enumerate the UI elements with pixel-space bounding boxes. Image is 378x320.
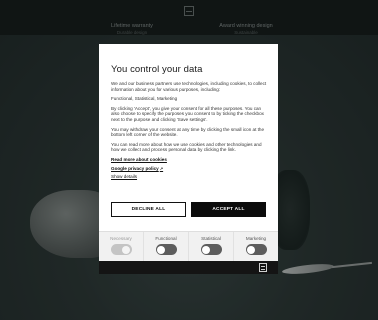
- consent-buttons: DECLINE ALL ACCEPT ALL: [111, 202, 266, 217]
- read-more-cookies-link[interactable]: Read more about cookies: [111, 157, 267, 163]
- read-more-info-text: You can read more about how we use cooki…: [111, 141, 262, 153]
- purpose-label: Marketing: [245, 236, 267, 241]
- google-privacy-policy-label: Google privacy policy: [111, 165, 159, 171]
- statistical-toggle[interactable]: [200, 244, 222, 255]
- withdraw-info-text: You may withdraw your consent at any tim…: [111, 126, 265, 138]
- google-privacy-policy-link[interactable]: Google privacy policy↗: [111, 166, 267, 172]
- dialog-footer: [99, 261, 278, 274]
- intro-text: We and our business partners use technol…: [111, 81, 267, 92]
- accept-info-text: By clicking 'Accept', you give your cons…: [111, 105, 264, 122]
- functional-toggle[interactable]: [155, 244, 177, 255]
- purpose-label: Necessary: [110, 236, 132, 241]
- consent-text-area[interactable]: You control your data We and our busines…: [99, 44, 278, 190]
- toggle-knob: [247, 245, 255, 254]
- cookie-consent-dialog: You control your data We and our busines…: [99, 44, 278, 274]
- accept-all-button[interactable]: ACCEPT ALL: [191, 202, 266, 217]
- purposes-list-text: Functional, Statistical, Marketing: [111, 96, 178, 102]
- decline-all-button[interactable]: DECLINE ALL: [111, 202, 186, 217]
- toggle-knob: [122, 245, 130, 254]
- toggle-knob: [202, 245, 210, 254]
- purpose-label: Statistical: [201, 236, 221, 241]
- toggle-knob: [157, 245, 165, 254]
- cookie-provider-logo-icon[interactable]: [259, 263, 267, 272]
- necessary-toggle: [110, 244, 132, 255]
- external-link-icon: ↗: [159, 165, 164, 171]
- purpose-label: Functional: [155, 236, 177, 241]
- show-details-link[interactable]: Show details: [111, 174, 267, 180]
- dialog-title: You control your data: [111, 64, 203, 75]
- marketing-toggle[interactable]: [245, 244, 267, 255]
